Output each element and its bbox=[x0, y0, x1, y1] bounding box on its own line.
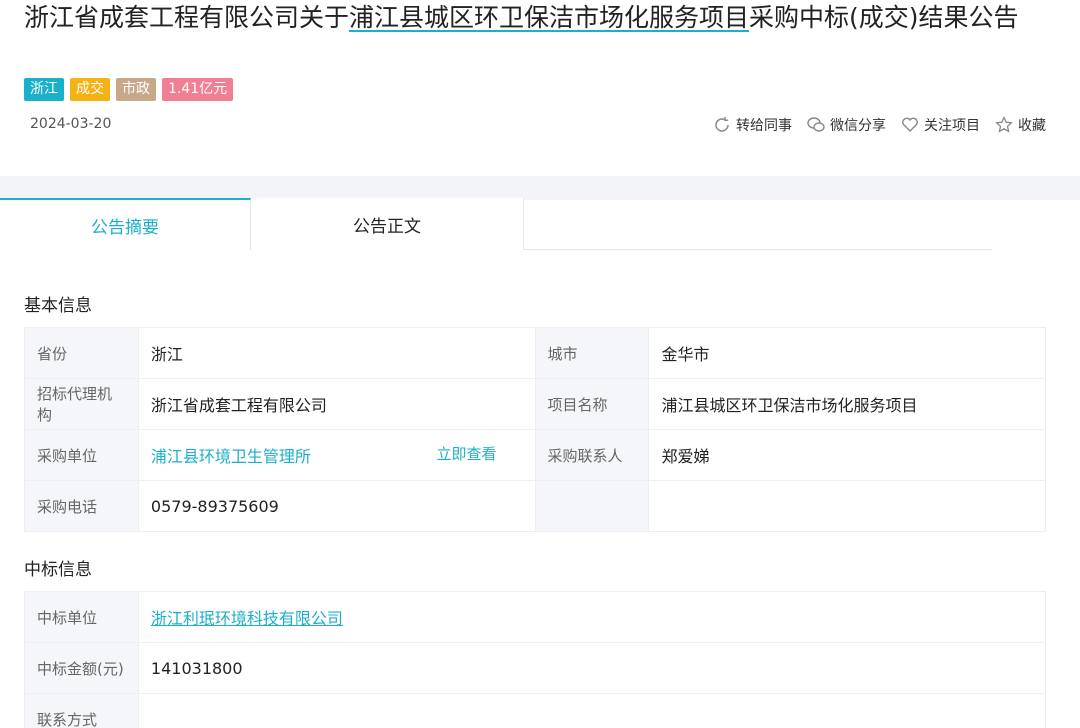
award-contact-value bbox=[137, 693, 1047, 728]
amount-label: 中标金额(元) bbox=[24, 642, 139, 694]
city-value: 金华市 bbox=[648, 327, 1046, 379]
tab-summary[interactable]: 公告摘要 bbox=[0, 198, 251, 250]
publish-date: 2024-03-20 bbox=[30, 116, 112, 132]
empty-cell bbox=[534, 480, 650, 532]
wechat-share-button[interactable]: 微信分享 bbox=[806, 115, 886, 135]
tag-status: 成交 bbox=[70, 78, 110, 101]
buyer-cell: 浦江县环境卫生管理所 立即查看 bbox=[137, 429, 536, 481]
award-contact-label: 联系方式 bbox=[24, 693, 139, 728]
table-row: 中标单位 浙江利珉环境科技有限公司 bbox=[24, 591, 1047, 643]
award-info-heading: 中标信息 bbox=[24, 560, 92, 580]
favorite-label: 收藏 bbox=[1018, 118, 1046, 134]
phone-label: 采购电话 bbox=[24, 480, 139, 532]
table-row: 采购电话 0579-89375609 bbox=[24, 480, 1046, 532]
forward-button[interactable]: 转给同事 bbox=[712, 115, 792, 135]
buyer-label: 采购单位 bbox=[24, 429, 139, 481]
title-prefix: 浙江省成套工程有限公司关于 bbox=[24, 3, 350, 32]
title-project-name: 浦江县城区环卫保洁市场化服务项目 bbox=[349, 3, 750, 32]
favorite-button[interactable]: 收藏 bbox=[994, 115, 1046, 135]
follow-project-button[interactable]: 关注项目 bbox=[900, 115, 980, 135]
wechat-share-label: 微信分享 bbox=[830, 118, 886, 134]
contact-value: 郑爱娣 bbox=[648, 429, 1046, 481]
basic-info-table: 省份 浙江 城市 金华市 招标代理机构 浙江省成套工程有限公司 项目名称 浦江县… bbox=[24, 327, 1046, 532]
amount-value: 141031800 bbox=[137, 642, 1047, 694]
phone-value: 0579-89375609 bbox=[137, 480, 536, 532]
title-suffix: 采购中标(成交)结果公告 bbox=[749, 3, 1019, 32]
tab-bar: 公告摘要 公告正文 bbox=[0, 198, 992, 250]
table-row: 联系方式 bbox=[24, 693, 1047, 728]
forward-icon bbox=[715, 117, 729, 132]
action-bar: 转给同事 微信分享 关注项目 收藏 bbox=[712, 115, 1046, 135]
buyer-link[interactable]: 浦江县环境卫生管理所 bbox=[151, 447, 311, 466]
winner-link[interactable]: 浙江利珉环境科技有限公司 bbox=[151, 609, 343, 628]
tab-full-text[interactable]: 公告正文 bbox=[251, 198, 524, 250]
award-info-table: 中标单位 浙江利珉环境科技有限公司 中标金额(元) 141031800 联系方式 bbox=[24, 591, 1047, 728]
tag-province: 浙江 bbox=[24, 78, 64, 101]
table-row: 招标代理机构 浙江省成套工程有限公司 项目名称 浦江县城区环卫保洁市场化服务项目 bbox=[24, 378, 1046, 430]
follow-project-label: 关注项目 bbox=[924, 118, 980, 134]
heart-icon bbox=[902, 117, 918, 132]
table-row: 省份 浙江 城市 金华市 bbox=[24, 327, 1046, 379]
city-label: 城市 bbox=[534, 327, 650, 379]
project-name-value: 浦江县城区环卫保洁市场化服务项目 bbox=[648, 378, 1046, 430]
winner-cell: 浙江利珉环境科技有限公司 bbox=[137, 591, 1047, 643]
star-icon bbox=[995, 115, 1013, 133]
project-name-label: 项目名称 bbox=[534, 378, 650, 430]
wechat-icon bbox=[807, 117, 825, 132]
section-divider bbox=[0, 176, 1080, 200]
province-label: 省份 bbox=[24, 327, 139, 379]
page-title: 浙江省成套工程有限公司关于浦江县城区环卫保洁市场化服务项目采购中标(成交)结果公… bbox=[24, 2, 1044, 33]
contact-label: 采购联系人 bbox=[534, 429, 650, 481]
agency-value: 浙江省成套工程有限公司 bbox=[137, 378, 536, 430]
basic-info-heading: 基本信息 bbox=[24, 296, 92, 316]
tag-list: 浙江 成交 市政 1.41亿元 bbox=[24, 78, 234, 101]
view-now-link[interactable]: 立即查看 bbox=[437, 443, 497, 464]
table-row: 中标金额(元) 141031800 bbox=[24, 642, 1047, 694]
tag-amount: 1.41亿元 bbox=[162, 78, 234, 101]
agency-label: 招标代理机构 bbox=[24, 378, 139, 430]
tag-category: 市政 bbox=[116, 78, 156, 101]
province-value: 浙江 bbox=[137, 327, 536, 379]
forward-label: 转给同事 bbox=[736, 118, 792, 134]
winner-label: 中标单位 bbox=[24, 591, 139, 643]
table-row: 采购单位 浦江县环境卫生管理所 立即查看 采购联系人 郑爱娣 bbox=[24, 429, 1046, 481]
empty-cell bbox=[648, 480, 1046, 532]
